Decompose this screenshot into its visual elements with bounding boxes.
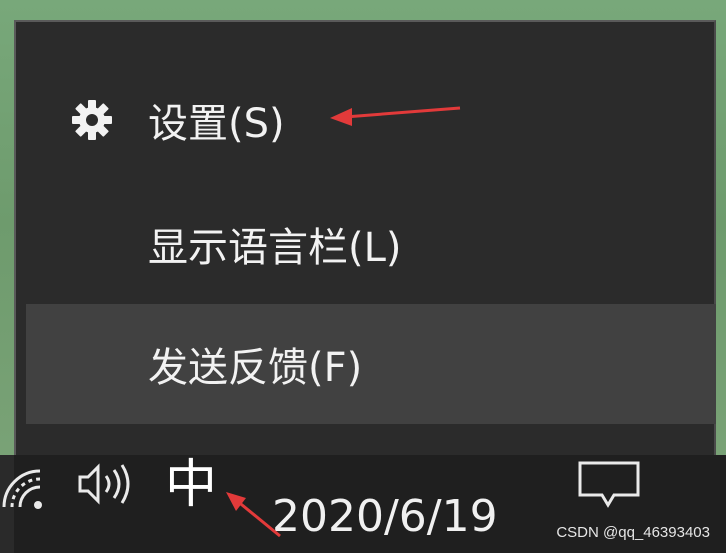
menu-item-settings[interactable]: 设置(S) bbox=[26, 60, 716, 180]
clock-date[interactable]: 2020/6/19 bbox=[272, 491, 498, 543]
notification-icon[interactable] bbox=[576, 459, 642, 509]
menu-item-show-language-bar[interactable]: 显示语言栏(L) bbox=[26, 184, 716, 304]
menu-item-label: 设置(S) bbox=[148, 101, 285, 147]
speaker-volume-icon[interactable] bbox=[74, 461, 134, 507]
menu-item-label: 发送反馈(F) bbox=[148, 345, 363, 391]
gear-icon bbox=[72, 100, 112, 140]
ime-indicator[interactable]: 中 bbox=[165, 455, 217, 515]
ime-context-menu: 设置(S) 显示语言栏(L) 发送反馈(F) bbox=[14, 20, 716, 455]
menu-item-label: 显示语言栏(L) bbox=[148, 225, 402, 271]
menu-item-send-feedback[interactable]: 发送反馈(F) bbox=[26, 304, 716, 424]
network-wifi-icon[interactable] bbox=[0, 463, 50, 515]
watermark: CSDN @qq_46393403 bbox=[556, 524, 710, 541]
